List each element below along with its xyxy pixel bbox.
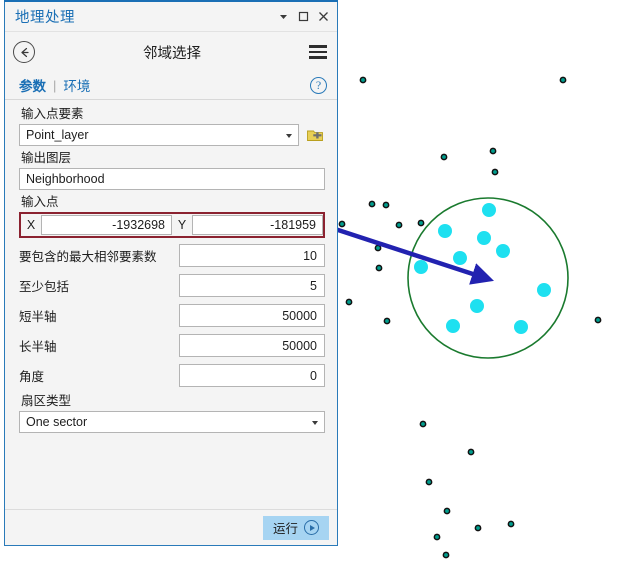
- map-point-selected[interactable]: [414, 260, 428, 274]
- map-point-unselected-core: [427, 480, 431, 484]
- chevron-down-icon-sector: [312, 420, 318, 425]
- major-semiaxis-row: 长半轴 50000: [19, 334, 325, 357]
- map-point-unselected-core: [444, 553, 448, 557]
- tab-bar: 参数 | 环境 ?: [5, 72, 337, 100]
- app-root: 地理处理 邻域选择 参数 | 环境 ? 输入点要素 Point_layer 输出…: [0, 0, 643, 565]
- map-point-unselected-core: [445, 509, 449, 513]
- map-point-unselected-core: [596, 318, 600, 322]
- min-include-label: 至少包括: [19, 280, 70, 294]
- map-point-unselected-core: [491, 149, 495, 153]
- unselected-points-layer: [338, 76, 602, 559]
- map-point-unselected-core: [385, 319, 389, 323]
- min-include-row: 至少包括 5: [19, 274, 325, 297]
- browse-folder-icon[interactable]: [305, 125, 325, 145]
- angle-label: 角度: [19, 370, 45, 384]
- map-point-selected[interactable]: [446, 319, 460, 333]
- map-point-selected[interactable]: [537, 283, 551, 297]
- chevron-down-icon: [286, 133, 292, 138]
- map-point-unselected-core: [493, 170, 497, 174]
- output-layer-label: 输出图层: [21, 151, 72, 165]
- map-point-unselected-core: [397, 223, 401, 227]
- close-icon[interactable]: [313, 7, 333, 27]
- input-point-features-label: 输入点要素: [21, 107, 84, 121]
- map-point-unselected-core: [419, 221, 423, 225]
- min-include-input[interactable]: 5: [179, 274, 325, 297]
- map-point-unselected-core: [442, 155, 446, 159]
- geoprocessing-panel: 地理处理 邻域选择 参数 | 环境 ? 输入点要素 Point_layer 输出…: [4, 2, 338, 546]
- neighborhood-circle: [407, 197, 569, 359]
- map-point-selected[interactable]: [482, 203, 496, 217]
- input-point-group: X -1932698 Y -181959: [19, 212, 325, 238]
- map-point-unselected-core: [384, 203, 388, 207]
- page-title: 邻域选择: [143, 45, 201, 62]
- input-point-x-input[interactable]: -1932698: [41, 215, 172, 235]
- map-point-unselected-core: [361, 78, 365, 82]
- sector-type-label: 扇区类型: [21, 394, 72, 408]
- max-neighbors-input[interactable]: 10: [179, 244, 325, 267]
- map-point-selected[interactable]: [477, 231, 491, 245]
- map-point-unselected-core: [561, 78, 565, 82]
- map-point-unselected-core: [469, 450, 473, 454]
- tab-environments[interactable]: 环境: [63, 75, 90, 96]
- window-title: 地理处理: [15, 10, 75, 26]
- map-point-unselected-core: [421, 422, 425, 426]
- run-button-label: 运行: [272, 522, 298, 536]
- tab-separator: |: [53, 78, 57, 93]
- angle-row: 角度 0: [19, 364, 325, 387]
- hamburger-menu-icon[interactable]: [309, 45, 327, 59]
- map-point-unselected-core: [509, 522, 513, 526]
- input-point-y-label: Y: [172, 214, 192, 236]
- map-point-unselected-core: [476, 526, 480, 530]
- minor-semiaxis-label: 短半轴: [19, 310, 57, 324]
- panel-footer: 运行: [5, 509, 337, 545]
- map-point-unselected-core: [340, 222, 344, 226]
- panel-header: 邻域选择: [5, 32, 337, 72]
- selected-points-layer: [414, 203, 551, 334]
- map-point-unselected-core: [377, 266, 381, 270]
- max-neighbors-row: 要包含的最大相邻要素数 10: [19, 244, 325, 267]
- restore-icon[interactable]: [293, 7, 313, 27]
- sector-type-value: One sector: [26, 415, 88, 429]
- map-point-selected[interactable]: [496, 244, 510, 258]
- input-point-features-combo[interactable]: Point_layer: [19, 124, 299, 146]
- map-point-selected[interactable]: [438, 224, 452, 238]
- help-icon[interactable]: ?: [310, 77, 327, 94]
- map-point-unselected-core: [347, 300, 351, 304]
- minor-semiaxis-input[interactable]: 50000: [179, 304, 325, 327]
- max-neighbors-label: 要包含的最大相邻要素数: [19, 250, 157, 264]
- tab-parameters[interactable]: 参数: [19, 75, 46, 96]
- input-point-label: 输入点: [21, 195, 59, 209]
- play-icon: [304, 520, 319, 535]
- minimize-icon[interactable]: [273, 7, 293, 27]
- input-point-features-row: Point_layer: [19, 124, 325, 146]
- sector-type-combo[interactable]: One sector: [19, 411, 325, 433]
- neighborhood-boundary: [407, 197, 569, 359]
- minor-semiaxis-row: 短半轴 50000: [19, 304, 325, 327]
- map-point-selected[interactable]: [453, 251, 467, 265]
- map-point-selected[interactable]: [470, 299, 484, 313]
- angle-input[interactable]: 0: [179, 364, 325, 387]
- map-point-selected[interactable]: [514, 320, 528, 334]
- panel-titlebar: 地理处理: [5, 2, 337, 32]
- back-arrow-icon[interactable]: [13, 41, 35, 63]
- major-semiaxis-input[interactable]: 50000: [179, 334, 325, 357]
- input-point-y-input[interactable]: -181959: [192, 215, 323, 235]
- output-layer-input[interactable]: Neighborhood: [19, 168, 325, 190]
- input-point-features-value: Point_layer: [26, 128, 89, 142]
- run-button[interactable]: 运行: [263, 515, 329, 540]
- major-semiaxis-label: 长半轴: [19, 340, 57, 354]
- map-point-unselected-core: [376, 246, 380, 250]
- map-point-unselected-core: [370, 202, 374, 206]
- input-point-x-label: X: [21, 214, 41, 236]
- parameters-form: 输入点要素 Point_layer 输出图层 Neighborhood 输入点 …: [5, 100, 337, 509]
- map-point-unselected-core: [435, 535, 439, 539]
